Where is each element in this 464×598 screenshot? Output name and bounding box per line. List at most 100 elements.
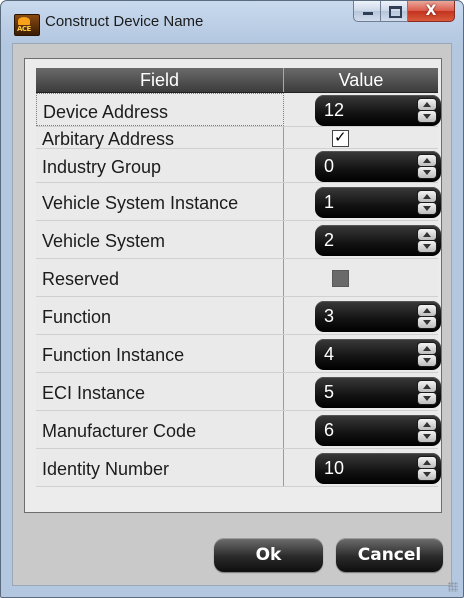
increment-arrow-icon[interactable] — [418, 155, 436, 166]
grid-row[interactable]: ECI Instance 5 — [36, 373, 441, 411]
reserved-checkbox — [332, 270, 349, 287]
increment-arrow-icon[interactable] — [418, 305, 436, 316]
minimize-icon — [363, 12, 373, 15]
field-cell: Function Instance — [36, 335, 284, 372]
decrement-arrow-icon[interactable] — [418, 203, 436, 214]
spinner-arrows — [417, 98, 437, 123]
spinner-value[interactable]: 3 — [324, 301, 334, 332]
increment-arrow-icon[interactable] — [418, 99, 436, 110]
caption-buttons: X — [353, 1, 455, 23]
field-label: Identity Number — [42, 459, 170, 479]
decrement-arrow-icon[interactable] — [418, 167, 436, 178]
maximize-icon — [389, 6, 402, 18]
spinner-arrows — [417, 228, 437, 253]
spinner-arrows — [417, 418, 437, 443]
decrement-arrow-icon[interactable] — [418, 431, 436, 442]
decrement-arrow-icon[interactable] — [418, 393, 436, 404]
field-label: Function — [42, 307, 112, 327]
value-spinner[interactable]: 5 — [315, 377, 441, 408]
column-header-value[interactable]: Value — [284, 68, 438, 92]
app-icon-label: ACE — [17, 25, 31, 33]
field-label: Vehicle System — [42, 231, 166, 251]
maximize-button[interactable] — [381, 1, 408, 22]
field-cell: Vehicle System Instance — [36, 183, 284, 220]
spinner-arrows — [417, 456, 437, 481]
field-label: ECI Instance — [42, 383, 146, 403]
grid-row[interactable]: Arbitary Address ✓ — [36, 127, 438, 149]
grid-header: Field Value — [36, 68, 438, 93]
field-label: Arbitary Address — [42, 129, 175, 149]
spinner-arrows — [417, 380, 437, 405]
decrement-arrow-icon[interactable] — [418, 317, 436, 328]
spinner-value[interactable]: 10 — [324, 453, 344, 484]
grid-row[interactable]: Vehicle System 2 — [36, 221, 441, 259]
close-button[interactable]: X — [408, 1, 455, 22]
decrement-arrow-icon[interactable] — [418, 241, 436, 252]
value-spinner[interactable]: 1 — [315, 187, 441, 218]
close-icon: X — [425, 3, 437, 19]
increment-arrow-icon[interactable] — [418, 229, 436, 240]
field-label: Vehicle System Instance — [42, 193, 239, 213]
grid-row[interactable]: Function Instance 4 — [36, 335, 441, 373]
field-cell: Device Address — [36, 93, 284, 126]
window-title: Construct Device Name — [45, 13, 204, 30]
field-cell: Reserved — [36, 259, 284, 296]
decrement-arrow-icon[interactable] — [418, 355, 436, 366]
decrement-arrow-icon[interactable] — [418, 111, 436, 122]
field-label: Reserved — [42, 269, 120, 289]
spinner-arrows — [417, 304, 437, 329]
increment-arrow-icon[interactable] — [418, 191, 436, 202]
column-header-field[interactable]: Field — [36, 68, 284, 92]
grid-row[interactable]: Reserved — [36, 259, 438, 297]
increment-arrow-icon[interactable] — [418, 419, 436, 430]
spinner-value[interactable]: 1 — [324, 187, 334, 218]
field-label: Function Instance — [42, 345, 185, 365]
grid-row[interactable]: Device Address 12 — [36, 93, 441, 127]
value-spinner[interactable]: 6 — [315, 415, 441, 446]
value-spinner[interactable]: 0 — [315, 151, 441, 182]
grid-row[interactable]: Industry Group 0 — [36, 149, 441, 183]
increment-arrow-icon[interactable] — [418, 343, 436, 354]
increment-arrow-icon[interactable] — [418, 381, 436, 392]
decrement-arrow-icon[interactable] — [418, 469, 436, 480]
spinner-value[interactable]: 4 — [324, 339, 334, 370]
field-cell: Vehicle System — [36, 221, 284, 258]
spinner-arrows — [417, 190, 437, 215]
value-spinner[interactable]: 12 — [315, 95, 441, 126]
spinner-value[interactable]: 6 — [324, 415, 334, 446]
grid-row[interactable]: Function 3 — [36, 297, 441, 335]
field-cell: Manufacturer Code — [36, 411, 284, 448]
ok-button[interactable]: Ok — [214, 538, 323, 572]
field-cell: Function — [36, 297, 284, 334]
spinner-value[interactable]: 2 — [324, 225, 334, 256]
property-grid: Field Value Device Address 12 Arbitary Add… — [24, 58, 442, 513]
value-spinner[interactable]: 3 — [315, 301, 441, 332]
minimize-button[interactable] — [353, 1, 381, 22]
cancel-button[interactable]: Cancel — [336, 538, 443, 572]
value-spinner[interactable]: 2 — [315, 225, 441, 256]
spinner-value[interactable]: 12 — [324, 95, 344, 126]
spinner-value[interactable]: 5 — [324, 377, 334, 408]
value-spinner[interactable]: 10 — [315, 453, 441, 484]
spinner-value[interactable]: 0 — [324, 151, 334, 182]
field-label: Device Address — [43, 102, 169, 122]
field-cell: Arbitary Address — [36, 127, 284, 149]
grid-row[interactable]: Identity Number 10 — [36, 449, 441, 487]
field-label: Manufacturer Code — [42, 421, 197, 441]
resize-grip-icon[interactable] — [448, 582, 458, 592]
checkmark-icon: ✓ — [334, 128, 347, 146]
grid-row[interactable]: Manufacturer Code 6 — [36, 411, 441, 449]
arbitary-address-checkbox[interactable]: ✓ — [332, 128, 349, 147]
title-bar[interactable]: ACE Construct Device Name X — [1, 1, 463, 43]
grid-row[interactable]: Vehicle System Instance 1 — [36, 183, 441, 221]
spinner-arrows — [417, 154, 437, 179]
increment-arrow-icon[interactable] — [418, 457, 436, 468]
field-cell: Identity Number — [36, 449, 284, 486]
value-spinner[interactable]: 4 — [315, 339, 441, 370]
field-cell: ECI Instance — [36, 373, 284, 410]
dialog-window: ACE Construct Device Name X Field Value … — [0, 0, 464, 598]
spinner-arrows — [417, 342, 437, 367]
ace-app-icon: ACE — [14, 14, 40, 36]
field-cell: Industry Group — [36, 149, 284, 182]
field-label: Industry Group — [42, 157, 162, 177]
